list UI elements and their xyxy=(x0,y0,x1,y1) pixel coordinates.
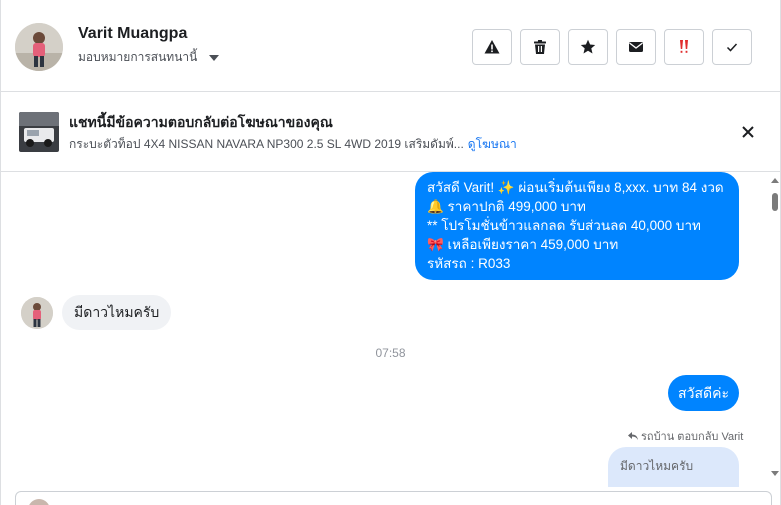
quoted-message[interactable]: มีดาวไหมครับ xyxy=(608,447,739,487)
promo-line: สวัสดี Varit! ✨ ผ่อนเริ่มต้นเพียง 8,xxx.… xyxy=(427,180,724,195)
assign-dropdown[interactable]: มอบหมายการสนทนานี้ xyxy=(78,48,220,67)
done-button[interactable] xyxy=(712,29,752,65)
reply-arrow-icon xyxy=(628,432,638,440)
scroll-up-arrow-icon[interactable] xyxy=(771,178,779,183)
scrollbar-thumb[interactable] xyxy=(772,193,778,211)
conversation-header: Varit Muangpa มอบหมายการสนทนานี้ xyxy=(0,0,781,92)
ad-banner-subtitle: กระบะตัวท็อป 4X4 NISSAN NAVARA NP300 2.5… xyxy=(69,135,517,154)
star-icon xyxy=(580,39,596,54)
promo-line: 🔔 ราคาปกติ 499,000 บาท xyxy=(427,199,586,214)
trash-icon xyxy=(534,40,546,54)
promo-line: ** โปรโมชั่นข้าวแลกลด รับส่วนลด 40,000 บ… xyxy=(427,218,701,233)
message-composer[interactable] xyxy=(15,491,772,505)
close-icon[interactable] xyxy=(738,122,758,142)
envelope-icon xyxy=(629,42,643,52)
outgoing-message-promo[interactable]: สวัสดี Varit! ✨ ผ่อนเริ่มต้นเพียง 8,xxx.… xyxy=(415,172,739,280)
composer-avatar xyxy=(28,499,50,505)
avatar[interactable] xyxy=(15,23,63,71)
messages-scrollbar[interactable] xyxy=(768,176,781,476)
view-ad-link[interactable]: ดูโฆษณา xyxy=(468,137,517,151)
mark-unread-button[interactable] xyxy=(616,29,656,65)
outgoing-message-greeting[interactable]: สวัสดีค่ะ xyxy=(668,375,739,411)
caret-down-icon xyxy=(209,54,220,61)
delete-button[interactable] xyxy=(520,29,560,65)
promo-line: รหัสรถ : R033 xyxy=(427,256,511,271)
ad-description: กระบะตัวท็อป 4X4 NISSAN NAVARA NP300 2.5… xyxy=(69,137,464,151)
report-button[interactable] xyxy=(472,29,512,65)
message-timestamp: 07:58 xyxy=(375,346,406,360)
warning-icon xyxy=(484,40,500,54)
scroll-down-arrow-icon[interactable] xyxy=(771,471,779,476)
incoming-message[interactable]: มีดาวไหมครับ xyxy=(62,295,172,330)
ad-thumbnail[interactable] xyxy=(19,112,59,152)
check-icon xyxy=(726,43,738,52)
mark-important-button[interactable] xyxy=(664,29,704,65)
reply-indicator: รถบ้าน ตอบกลับ Varit xyxy=(628,427,743,445)
star-button[interactable] xyxy=(568,29,608,65)
double-exclamation-icon xyxy=(680,40,688,53)
promo-line: 🎀 เหลือเพียงราคา 459,000 บาท xyxy=(427,237,619,252)
user-name[interactable]: Varit Muangpa xyxy=(78,25,187,43)
assign-label: มอบหมายการสนทนานี้ xyxy=(78,50,198,64)
sender-avatar[interactable] xyxy=(21,297,53,329)
reply-label: รถบ้าน ตอบกลับ Varit xyxy=(641,431,744,443)
ad-banner-title: แชทนี้มีข้อความตอบกลับต่อโฆษณาของคุณ xyxy=(69,114,333,130)
action-toolbar xyxy=(472,29,752,65)
